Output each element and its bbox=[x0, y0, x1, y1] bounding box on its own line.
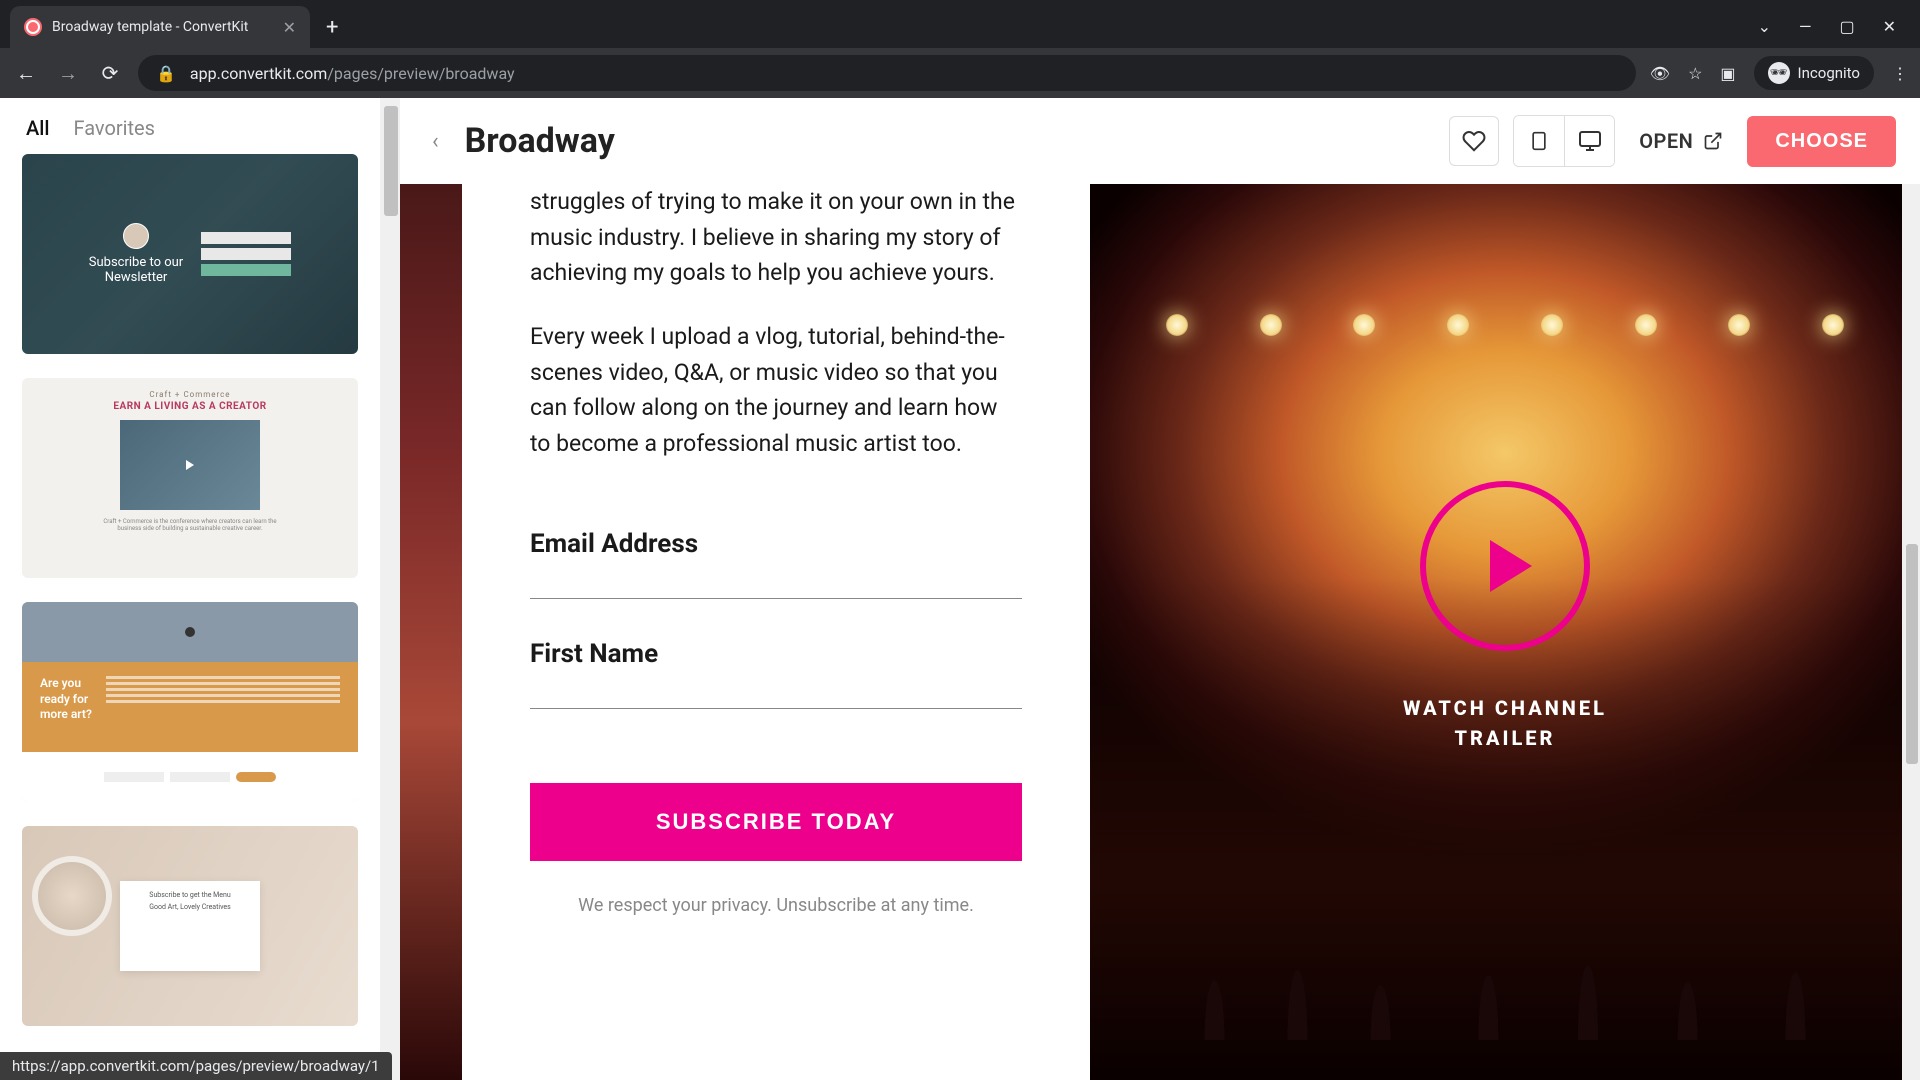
window-controls: ⌄ — ▢ ✕ bbox=[1734, 17, 1920, 48]
tab-title: Broadway template - ConvertKit bbox=[52, 19, 273, 35]
template-thumbnail[interactable]: Craft + Commerce EARN A LIVING AS A CREA… bbox=[22, 378, 358, 578]
url-input[interactable]: 🔒 app.convertkit.com/pages/preview/broad… bbox=[138, 55, 1636, 91]
template-thumbnail[interactable]: Are youready formore art? bbox=[22, 602, 358, 802]
close-icon[interactable]: ✕ bbox=[283, 18, 296, 37]
privacy-text: We respect your privacy. Unsubscribe at … bbox=[530, 895, 1022, 916]
open-label: OPEN bbox=[1639, 129, 1693, 153]
scrollbar-thumb[interactable] bbox=[384, 106, 398, 216]
body-paragraph: struggles of trying to make it on your o… bbox=[530, 184, 1022, 291]
template-header: ‹ Broadway OPEN CHOOSE bbox=[400, 98, 1920, 184]
heart-icon bbox=[1462, 129, 1486, 153]
smartphone-icon bbox=[1529, 129, 1549, 153]
preview-scrollbar[interactable] bbox=[1902, 184, 1920, 1080]
back-chevron-icon[interactable]: ‹ bbox=[424, 125, 447, 158]
template-preview: struggles of trying to make it on your o… bbox=[400, 184, 1920, 1080]
watch-trailer-label: WATCH CHANNELTRAILER bbox=[1403, 693, 1607, 753]
first-name-label: First Name bbox=[530, 639, 1022, 669]
url-text: app.convertkit.com/pages/preview/broadwa… bbox=[190, 64, 515, 83]
subscribe-button[interactable]: SUBSCRIBE TODAY bbox=[530, 783, 1022, 861]
incognito-label: Incognito bbox=[1798, 64, 1860, 82]
template-thumbnail[interactable]: Subscribe to our Newsletter bbox=[22, 154, 358, 354]
browser-tab[interactable]: Broadway template - ConvertKit ✕ bbox=[10, 6, 310, 48]
external-link-icon bbox=[1703, 131, 1723, 151]
reload-button[interactable]: ⟳ bbox=[96, 61, 124, 85]
minimize-icon[interactable]: — bbox=[1799, 17, 1812, 36]
scrollbar-thumb[interactable] bbox=[1906, 544, 1918, 764]
address-bar: ← → ⟳ 🔒 app.convertkit.com/pages/preview… bbox=[0, 48, 1920, 98]
thumb-video-preview bbox=[120, 420, 260, 510]
favorite-button[interactable] bbox=[1449, 116, 1499, 166]
choose-button[interactable]: CHOOSE bbox=[1747, 116, 1896, 167]
main-panel: ‹ Broadway OPEN CHOOSE bbox=[400, 98, 1920, 1080]
maximize-icon[interactable]: ▢ bbox=[1839, 17, 1854, 36]
device-toggle bbox=[1513, 115, 1615, 167]
tab-all[interactable]: All bbox=[26, 116, 49, 140]
desktop-view-button[interactable] bbox=[1564, 116, 1614, 166]
chevron-down-icon[interactable]: ⌄ bbox=[1758, 17, 1771, 36]
sidebar-scrollbar[interactable] bbox=[380, 98, 400, 1080]
play-video-button[interactable] bbox=[1420, 481, 1590, 651]
incognito-badge[interactable]: 🕶 Incognito bbox=[1754, 56, 1874, 90]
lock-icon: 🔒 bbox=[156, 64, 176, 83]
thumb-form-preview bbox=[201, 232, 291, 276]
back-button[interactable]: ← bbox=[12, 61, 40, 86]
status-bar: https://app.convertkit.com/pages/preview… bbox=[0, 1052, 392, 1080]
email-field[interactable] bbox=[530, 569, 1022, 599]
close-window-icon[interactable]: ✕ bbox=[1883, 17, 1896, 36]
template-title: Broadway bbox=[465, 121, 615, 161]
star-icon[interactable]: ☆ bbox=[1688, 64, 1702, 83]
forward-button[interactable]: → bbox=[54, 61, 82, 86]
body-paragraph: Every week I upload a vlog, tutorial, be… bbox=[530, 319, 1022, 462]
email-label: Email Address bbox=[530, 529, 1022, 559]
preview-background-edge bbox=[400, 184, 462, 1080]
template-thumbnail[interactable]: Subscribe to get the Menu Good Art, Love… bbox=[22, 826, 358, 1026]
template-sidebar: All Favorites Subscribe to our Newslette… bbox=[0, 98, 400, 1080]
incognito-icon: 🕶 bbox=[1768, 62, 1790, 84]
crowd-silhouette bbox=[1090, 578, 1920, 1080]
mobile-view-button[interactable] bbox=[1514, 116, 1564, 166]
sidebar-tabs: All Favorites bbox=[0, 98, 380, 154]
kebab-menu-icon[interactable]: ⋮ bbox=[1892, 64, 1908, 83]
preview-video-column: WATCH CHANNELTRAILER bbox=[1090, 184, 1920, 1080]
thumb-text: Subscribe to our Newsletter bbox=[89, 223, 183, 285]
play-icon bbox=[1490, 540, 1532, 592]
app-body: All Favorites Subscribe to our Newslette… bbox=[0, 98, 1920, 1080]
browser-tab-strip: Broadway template - ConvertKit ✕ + ⌄ — ▢… bbox=[0, 0, 1920, 48]
panel-icon[interactable]: ▣ bbox=[1720, 64, 1735, 83]
tab-favorites[interactable]: Favorites bbox=[73, 116, 155, 140]
open-button[interactable]: OPEN bbox=[1629, 129, 1733, 153]
monitor-icon bbox=[1577, 129, 1603, 153]
tab-favicon bbox=[24, 18, 42, 36]
first-name-field[interactable] bbox=[530, 679, 1022, 709]
eye-off-icon[interactable]: 👁 bbox=[1650, 64, 1670, 83]
preview-form-column: struggles of trying to make it on your o… bbox=[462, 184, 1090, 1080]
new-tab-button[interactable]: + bbox=[310, 15, 354, 48]
